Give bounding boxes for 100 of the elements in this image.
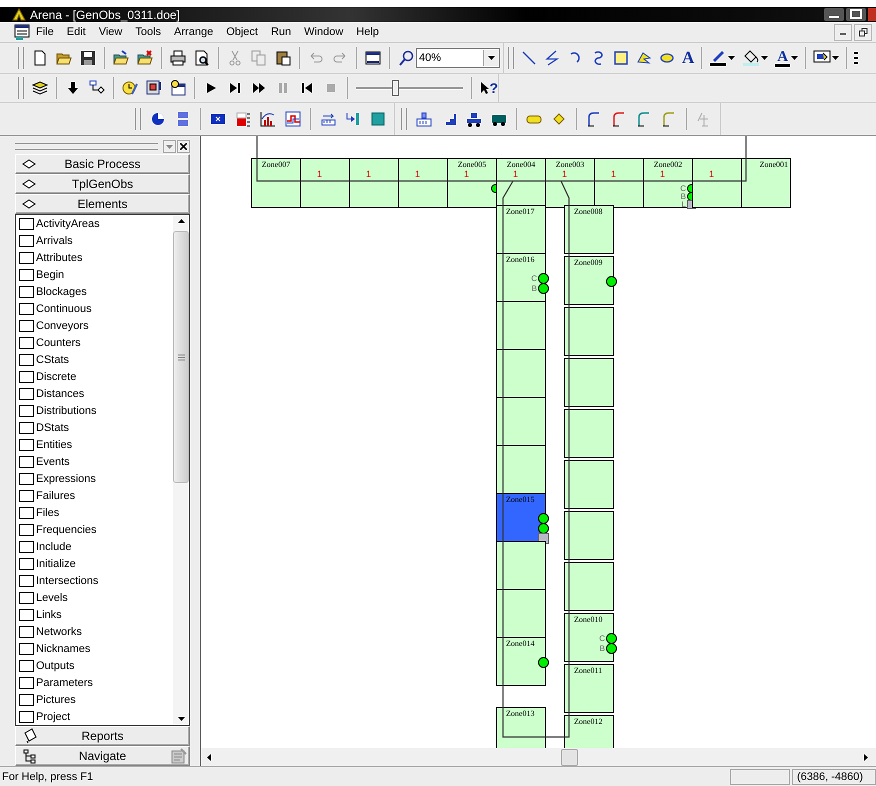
panel-tab[interactable]: Basic Process <box>15 154 190 174</box>
zone-cell[interactable]: 1 <box>300 158 350 208</box>
element-item[interactable]: Intersections <box>16 572 173 590</box>
maximize-icon[interactable] <box>846 8 866 21</box>
paint-bucket-icon[interactable] <box>742 50 760 66</box>
clock-icon[interactable] <box>150 111 166 127</box>
menu-item[interactable]: Object <box>226 26 258 38</box>
zone-cell[interactable] <box>496 349 546 398</box>
element-item[interactable]: Links <box>16 606 173 624</box>
right-arrow-icon[interactable] <box>864 754 868 761</box>
font-color-button[interactable]: A <box>775 50 790 66</box>
scroll-bar[interactable] <box>173 215 189 726</box>
menu-item[interactable]: File <box>36 26 54 38</box>
layers-icon[interactable] <box>32 80 48 96</box>
element-item[interactable]: Pictures <box>16 691 173 708</box>
zone-cell[interactable]: Zone014 <box>496 637 546 686</box>
text-tool-button[interactable]: A <box>682 48 694 68</box>
element-item[interactable]: Attributes <box>16 249 173 266</box>
zone-cell[interactable]: Zone011 <box>564 664 614 713</box>
zone-cell[interactable] <box>564 511 614 560</box>
left-arrow-icon[interactable] <box>207 754 211 761</box>
zone-cell[interactable]: 1 <box>398 158 448 208</box>
element-item[interactable]: Parameters <box>16 674 173 692</box>
timer-icon[interactable] <box>122 80 138 96</box>
element-item[interactable]: Blockages <box>16 283 173 300</box>
zone-cell[interactable] <box>496 589 546 638</box>
element-item[interactable]: Networks <box>16 623 173 640</box>
element-item[interactable]: ActivityAreas <box>16 215 173 232</box>
menu-item[interactable]: Arrange <box>174 26 214 38</box>
restore-button[interactable] <box>854 24 872 40</box>
level-icon[interactable] <box>235 111 251 127</box>
scroll-thumb[interactable] <box>561 748 578 766</box>
element-item[interactable]: Include <box>16 538 173 556</box>
element-item[interactable]: Levels <box>16 589 173 606</box>
spreadsheet-icon[interactable] <box>210 111 226 127</box>
minimize-icon[interactable] <box>824 8 844 21</box>
menu-item[interactable]: Help <box>356 26 379 38</box>
menu-item[interactable]: Run <box>270 26 292 38</box>
diamond-icon[interactable] <box>551 111 567 127</box>
close-button[interactable] <box>177 140 190 154</box>
panel-tab[interactable]: Navigate <box>15 746 190 766</box>
panel-tab[interactable]: Elements <box>15 194 190 214</box>
pen-icon[interactable] <box>709 50 728 66</box>
zoom-field[interactable]: 40% <box>416 48 500 68</box>
element-item[interactable]: Counters <box>16 334 173 352</box>
notes-icon[interactable] <box>171 748 187 764</box>
zone-cell[interactable]: Zone013 <box>496 707 546 748</box>
search-icon[interactable] <box>398 50 414 66</box>
element-item[interactable]: Project <box>16 708 173 726</box>
menu-item[interactable]: Window <box>304 26 344 38</box>
window-icon[interactable] <box>365 50 381 66</box>
menu-item[interactable]: Edit <box>66 26 86 38</box>
storage-icon[interactable] <box>416 111 432 127</box>
zone-cell[interactable] <box>564 358 614 407</box>
paste-icon[interactable] <box>275 50 291 66</box>
connector-icon[interactable] <box>88 80 105 96</box>
polyline-icon[interactable] <box>544 50 560 66</box>
zone-cell[interactable]: Zone017 <box>496 205 546 254</box>
scroll-thumb[interactable] <box>173 231 189 484</box>
print-icon[interactable] <box>170 50 186 66</box>
zone-cell[interactable] <box>564 460 614 509</box>
print-preview-icon[interactable] <box>194 50 210 66</box>
element-item[interactable]: Files <box>16 504 173 522</box>
caret-icon[interactable] <box>488 56 495 60</box>
zone-cell[interactable]: 1 <box>692 158 742 208</box>
zone-cell[interactable]: 1 <box>349 158 399 208</box>
caret-icon[interactable] <box>791 56 798 60</box>
folder-icon[interactable] <box>113 50 129 66</box>
zone-cell[interactable]: Zone008 <box>564 205 614 254</box>
restore-icon[interactable] <box>858 28 868 36</box>
station-icon[interactable] <box>345 111 361 127</box>
plot-icon[interactable] <box>285 111 301 127</box>
zone-cell[interactable]: Zone012 <box>564 715 614 748</box>
zone-cell[interactable] <box>496 445 546 494</box>
down-arrow-icon[interactable] <box>178 717 184 722</box>
rectangle-icon[interactable] <box>613 50 629 66</box>
caret-icon[interactable] <box>761 56 768 60</box>
element-item[interactable]: Conveyors <box>16 317 173 334</box>
zone-cell[interactable] <box>496 301 546 350</box>
folder-icon[interactable] <box>137 50 153 66</box>
zone-cell[interactable]: 1 <box>594 158 644 208</box>
element-item[interactable]: Continuous <box>16 300 173 318</box>
zone-cell[interactable]: Zone003 1 <box>545 158 595 208</box>
route-icon[interactable] <box>320 111 336 127</box>
element-item[interactable]: Begin <box>16 266 173 284</box>
submodel-icon[interactable] <box>146 80 162 96</box>
document-icon[interactable] <box>14 24 30 40</box>
grip-handle[interactable] <box>15 143 158 150</box>
element-item[interactable]: CStats <box>16 351 173 368</box>
help-button[interactable]: ? <box>480 80 498 96</box>
zone-cell[interactable]: Zone016 C B <box>496 253 546 302</box>
element-item[interactable]: Failures <box>16 487 173 504</box>
zone-cell[interactable] <box>564 307 614 356</box>
zone-cell[interactable]: Zone007 <box>251 158 301 208</box>
element-item[interactable]: Expressions <box>16 470 173 488</box>
segment-icon[interactable] <box>661 111 677 127</box>
caret-icon[interactable] <box>832 56 840 60</box>
new-file-icon[interactable] <box>32 50 48 66</box>
up-arrow-icon[interactable] <box>178 219 184 224</box>
fast-forward-icon[interactable] <box>250 80 267 96</box>
